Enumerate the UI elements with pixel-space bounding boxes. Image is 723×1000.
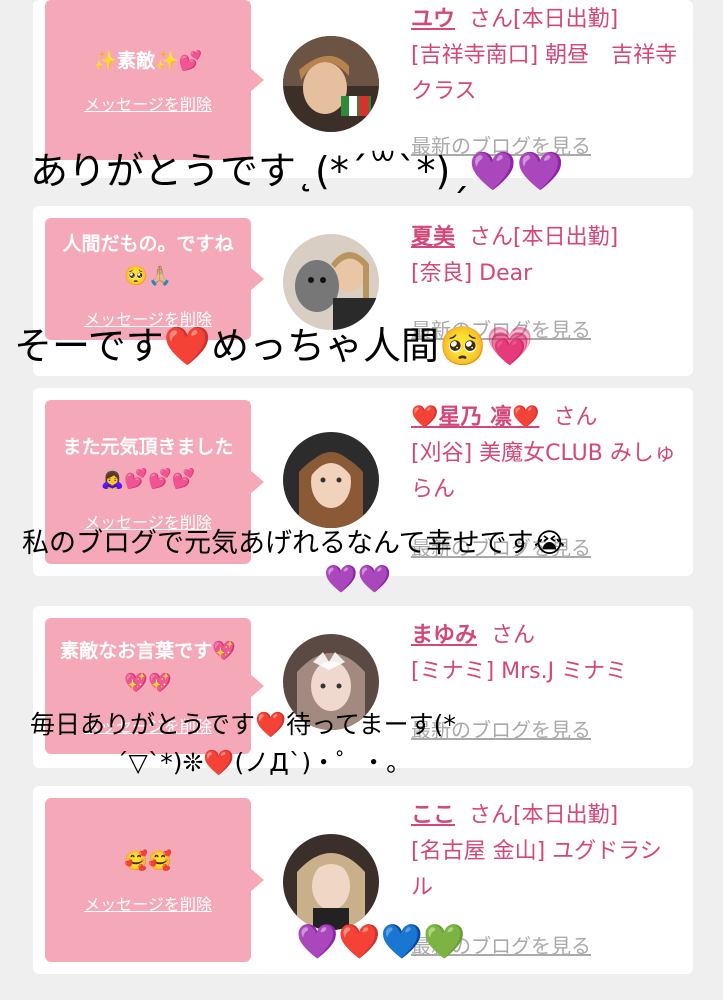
cast-name-link[interactable]: まゆみ: [411, 623, 477, 648]
reply-overlay-4b: ´▽`*)❊❤️(ノДˋ)・゜・。: [116, 748, 412, 777]
cast-info: 夏美 さん[本日出勤] [奈良] Dear: [411, 220, 681, 292]
message-text: 🥰🥰: [124, 850, 172, 872]
delete-message-link[interactable]: メッセージを削除: [84, 891, 212, 915]
reply-overlay-5: 💜❤️💙💚: [296, 922, 466, 962]
reply-overlay-4a: 毎日ありがとうです❤️待ってまーす(*: [30, 710, 456, 739]
cast-name-link[interactable]: 夏美: [411, 225, 455, 250]
cast-status: さん: [553, 405, 598, 430]
cast-status: さん[本日出勤]: [469, 803, 619, 828]
message-bubble: ✨素敵✨💕 メッセージを削除: [45, 0, 264, 160]
avatar[interactable]: [283, 36, 379, 132]
reply-overlay-3b: 💜💜: [324, 564, 392, 595]
cast-status: さん[本日出勤]: [469, 7, 619, 32]
reply-overlay-3a: 私のブログで元気あげれるなんて幸せです😭: [22, 528, 566, 559]
cast-info: ここ さん[本日出勤] [名古屋 金山] ユグドラシル: [411, 798, 681, 906]
cast-status: さん[本日出勤]: [469, 225, 619, 250]
cast-status: さん: [491, 623, 536, 648]
cast-name-link[interactable]: ❤️星乃 凛❤️: [411, 405, 539, 430]
message-text: 人間だもの。ですね🥺🙏🏼: [62, 233, 234, 287]
message-text: 素敵なお言葉です💖💖💖: [60, 640, 236, 694]
avatar[interactable]: [283, 834, 379, 930]
avatar[interactable]: [283, 432, 379, 528]
cast-location: [刈谷] 美魔女CLUB みしゅらん: [411, 441, 676, 502]
cast-location: [奈良] Dear: [411, 261, 533, 286]
cast-location: [吉祥寺南口] 朝昼 吉祥寺クラス: [411, 43, 678, 104]
cast-location: [名古屋 金山] ユグドラシル: [411, 839, 662, 900]
cast-info: ユウ さん[本日出勤] [吉祥寺南口] 朝昼 吉祥寺クラス: [411, 2, 681, 110]
cast-name-link[interactable]: ここ: [411, 803, 455, 828]
reply-overlay-1: ありがとうです˛(*´꒳`*)ˏ💜💜: [30, 149, 564, 193]
message-bubble: 🥰🥰 メッセージを削除: [45, 798, 264, 962]
avatar[interactable]: [283, 234, 379, 330]
cast-info: まゆみ さん [ミナミ] Mrs.J ミナミ: [411, 618, 681, 690]
message-text: また元気頂きました🙇‍♀️💕💕💕: [62, 436, 234, 490]
cast-info: ❤️星乃 凛❤️ さん [刈谷] 美魔女CLUB みしゅらん: [411, 400, 681, 508]
cast-name-link[interactable]: ユウ: [411, 7, 455, 32]
delete-message-link[interactable]: メッセージを削除: [84, 91, 212, 115]
reply-overlay-2: そーです❤️めっちゃ人間🥺💗: [14, 324, 534, 368]
cast-location: [ミナミ] Mrs.J ミナミ: [411, 659, 628, 684]
message-text: ✨素敵✨💕: [93, 50, 203, 72]
